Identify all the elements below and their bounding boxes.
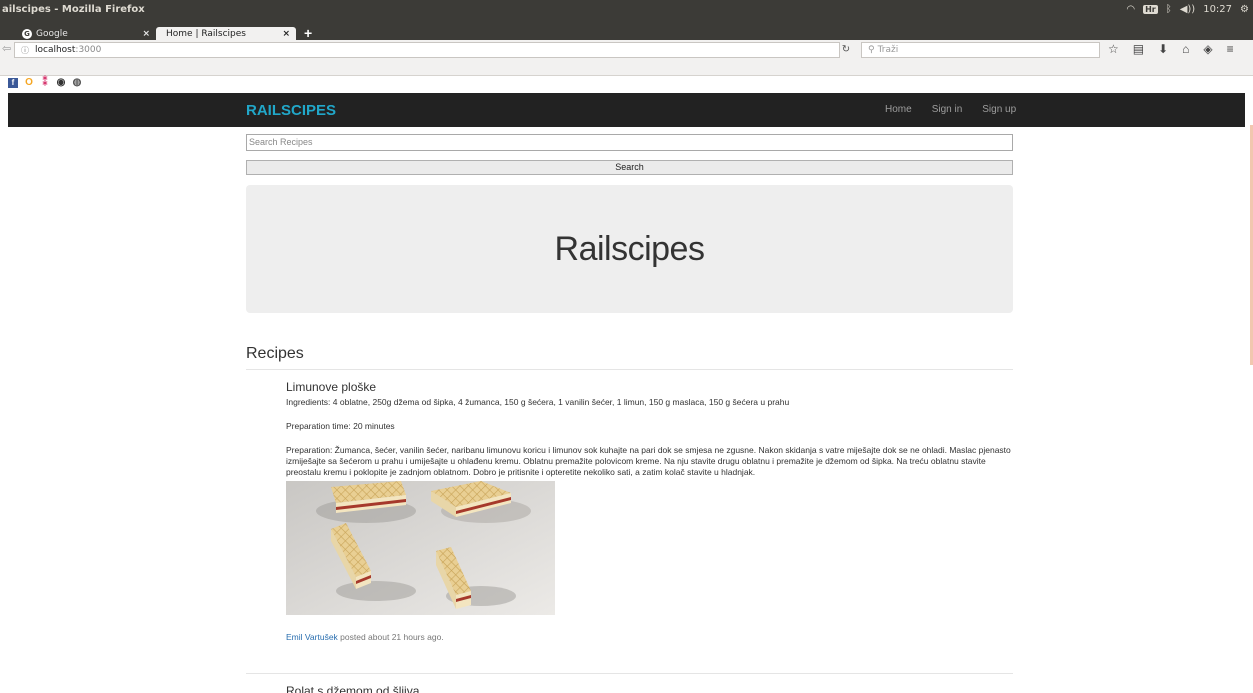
bluetooth-icon[interactable]: ᛒ bbox=[1166, 4, 1172, 15]
tab-google[interactable]: G Google × bbox=[8, 27, 156, 40]
recipe-posted-time: posted about 21 hours ago. bbox=[337, 632, 444, 642]
site-navbar: RAILSCIPES Home Sign in Sign up bbox=[8, 93, 1245, 127]
reload-icon[interactable]: ↻ bbox=[836, 43, 856, 57]
page-viewport: RAILSCIPES Home Sign in Sign up Search R… bbox=[0, 93, 1253, 693]
close-tab-icon[interactable]: × bbox=[142, 29, 150, 39]
divider bbox=[246, 369, 1013, 370]
recipes-heading: Recipes bbox=[246, 345, 304, 362]
search-button[interactable]: Search bbox=[246, 160, 1013, 175]
recipe-title: Limunove ploške bbox=[286, 380, 377, 394]
opera-icon[interactable]: O bbox=[24, 78, 34, 88]
download-icon[interactable]: ⬇ bbox=[1158, 42, 1168, 56]
clock[interactable]: 10:27 bbox=[1203, 4, 1232, 15]
recipe-item: Limunove ploške Ingredients: 4 oblatne, … bbox=[286, 380, 1016, 643]
url-bar[interactable]: ⓘ localhost:3000 bbox=[14, 42, 840, 58]
jumbotron-title: Railscipes bbox=[554, 229, 705, 268]
info-icon[interactable]: ⓘ bbox=[21, 45, 29, 56]
recipe-preparation: Preparation: Žumanca, šećer, vanilin šeć… bbox=[286, 445, 1011, 477]
site-nav-links: Home Sign in Sign up bbox=[885, 104, 1016, 115]
os-top-bar: ailscipes - Mozilla Firefox ◠ Hr ᛒ ◀)) 1… bbox=[0, 0, 1253, 18]
tab-label: Home | Railscipes bbox=[166, 28, 246, 39]
recipe-prep-time: Preparation time: 20 minutes bbox=[286, 421, 395, 431]
recipe-meta: Emil Vartušek posted about 21 hours ago. bbox=[286, 632, 1016, 643]
browser-search-placeholder: Traži bbox=[877, 45, 899, 55]
ubuntu-icon[interactable]: ◉ bbox=[56, 78, 66, 88]
system-tray: ◠ Hr ᛒ ◀)) 10:27 ⚙ bbox=[1126, 4, 1253, 15]
bookmarks-toolbar: f O ⁑ ◉ ◍ bbox=[8, 78, 82, 88]
globe-icon[interactable]: ◍ bbox=[72, 78, 82, 88]
reading-list-icon[interactable]: ▤ bbox=[1133, 42, 1144, 56]
menu-icon[interactable]: ≡ bbox=[1227, 42, 1234, 56]
divider bbox=[246, 673, 1013, 674]
home-icon[interactable]: ⌂ bbox=[1182, 42, 1189, 56]
nav-sign-up-link[interactable]: Sign up bbox=[982, 104, 1016, 115]
window-title: ailscipes - Mozilla Firefox bbox=[2, 3, 145, 15]
new-tab-button[interactable]: + bbox=[304, 26, 312, 40]
facebook-icon[interactable]: f bbox=[8, 78, 18, 88]
google-icon: G bbox=[22, 28, 32, 39]
browser-search-input[interactable]: ⚲ Traži bbox=[861, 42, 1100, 58]
tab-label: Google bbox=[36, 28, 68, 39]
tab-strip: G Google × Home | Railscipes × + bbox=[0, 18, 1253, 40]
volume-icon[interactable]: ◀)) bbox=[1180, 4, 1196, 15]
recipe-title: Rolat s džemom od šljiva bbox=[286, 684, 420, 693]
wafer-photo-illustration bbox=[286, 481, 555, 615]
browser-nav-bar: ⇦ ⓘ localhost:3000 ↻ ⚲ Traži ☆ ▤ ⬇ ⌂ ◈ ≡… bbox=[0, 40, 1253, 88]
close-tab-icon[interactable]: × bbox=[282, 29, 290, 39]
nav-sign-in-link[interactable]: Sign in bbox=[932, 104, 963, 115]
url-port: :3000 bbox=[75, 45, 102, 55]
settings-gear-icon[interactable]: ⚙ bbox=[1240, 4, 1249, 15]
flickr-icon[interactable]: ⁑ bbox=[40, 78, 50, 88]
keyboard-layout-indicator[interactable]: Hr bbox=[1143, 4, 1158, 14]
url-host: localhost bbox=[35, 45, 76, 55]
recipe-photo bbox=[286, 481, 555, 615]
search-icon: ⚲ bbox=[868, 45, 875, 55]
recipe-search-input[interactable]: Search Recipes bbox=[246, 134, 1013, 151]
nav-home-link[interactable]: Home bbox=[885, 104, 912, 115]
toolbar-icons: ☆ ▤ ⬇ ⌂ ◈ ≡ bbox=[1108, 42, 1234, 56]
bookmark-star-icon[interactable]: ☆ bbox=[1108, 42, 1119, 56]
back-icon[interactable]: ⇦ bbox=[2, 43, 14, 55]
site-brand[interactable]: RAILSCIPES bbox=[246, 102, 336, 119]
recipe-author-link[interactable]: Emil Vartušek bbox=[286, 632, 338, 642]
pocket-icon[interactable]: ◈ bbox=[1203, 42, 1212, 56]
jumbotron: Railscipes bbox=[246, 185, 1013, 313]
recipe-ingredients: Ingredients: 4 oblatne, 250g džema od ši… bbox=[286, 397, 790, 407]
tab-home-railscipes[interactable]: Home | Railscipes × bbox=[156, 27, 296, 40]
wifi-icon[interactable]: ◠ bbox=[1126, 4, 1135, 15]
